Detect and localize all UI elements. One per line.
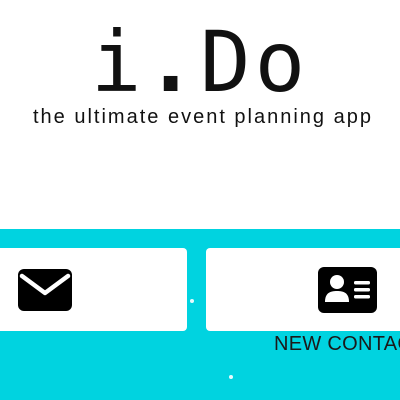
feature-carousel[interactable]: NEW CONTACT	[0, 229, 400, 400]
new-contact-label[interactable]: NEW CONTACT	[274, 333, 400, 356]
logo-letter-i: i	[90, 13, 146, 111]
carousel-pager-dot[interactable]	[190, 299, 194, 303]
envelope-icon	[18, 269, 72, 311]
contact-card-icon	[318, 267, 377, 313]
app-logo: i.Do	[0, 14, 400, 110]
logo-letters-do: Do	[200, 13, 310, 111]
app-screen: i.Do the ultimate event planning app NEW…	[0, 0, 400, 400]
carousel-pager-dot[interactable]	[229, 375, 233, 379]
logo-dot: .	[145, 13, 200, 111]
email-card[interactable]	[0, 248, 187, 331]
app-tagline: the ultimate event planning app	[33, 106, 373, 128]
new-contact-card[interactable]	[206, 248, 400, 331]
